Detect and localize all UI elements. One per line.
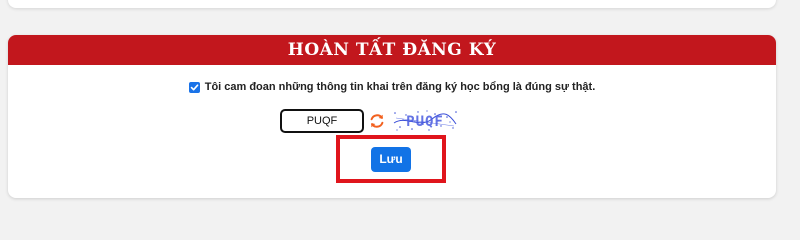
captcha-row: PUQF <box>280 109 458 133</box>
consent-label: Tôi cam đoan những thông tin khai trên đ… <box>204 81 596 93</box>
check-icon <box>190 83 199 90</box>
captcha-input[interactable] <box>280 109 364 133</box>
section-title: HOÀN TẤT ĐĂNG KÝ <box>8 35 776 65</box>
refresh-icon[interactable] <box>368 112 386 130</box>
previous-section-card <box>8 0 776 8</box>
complete-registration-card: HOÀN TẤT ĐĂNG KÝ Tôi cam đoan những thôn… <box>8 35 776 198</box>
consent-row: Tôi cam đoan những thông tin khai trên đ… <box>8 81 776 93</box>
consent-checkbox[interactable] <box>188 81 200 93</box>
save-highlight-box: Lưu <box>336 135 446 183</box>
captcha-image-text: PUQF <box>406 114 444 130</box>
captcha-image: PUQF <box>393 110 457 131</box>
save-button[interactable]: Lưu <box>371 146 411 172</box>
